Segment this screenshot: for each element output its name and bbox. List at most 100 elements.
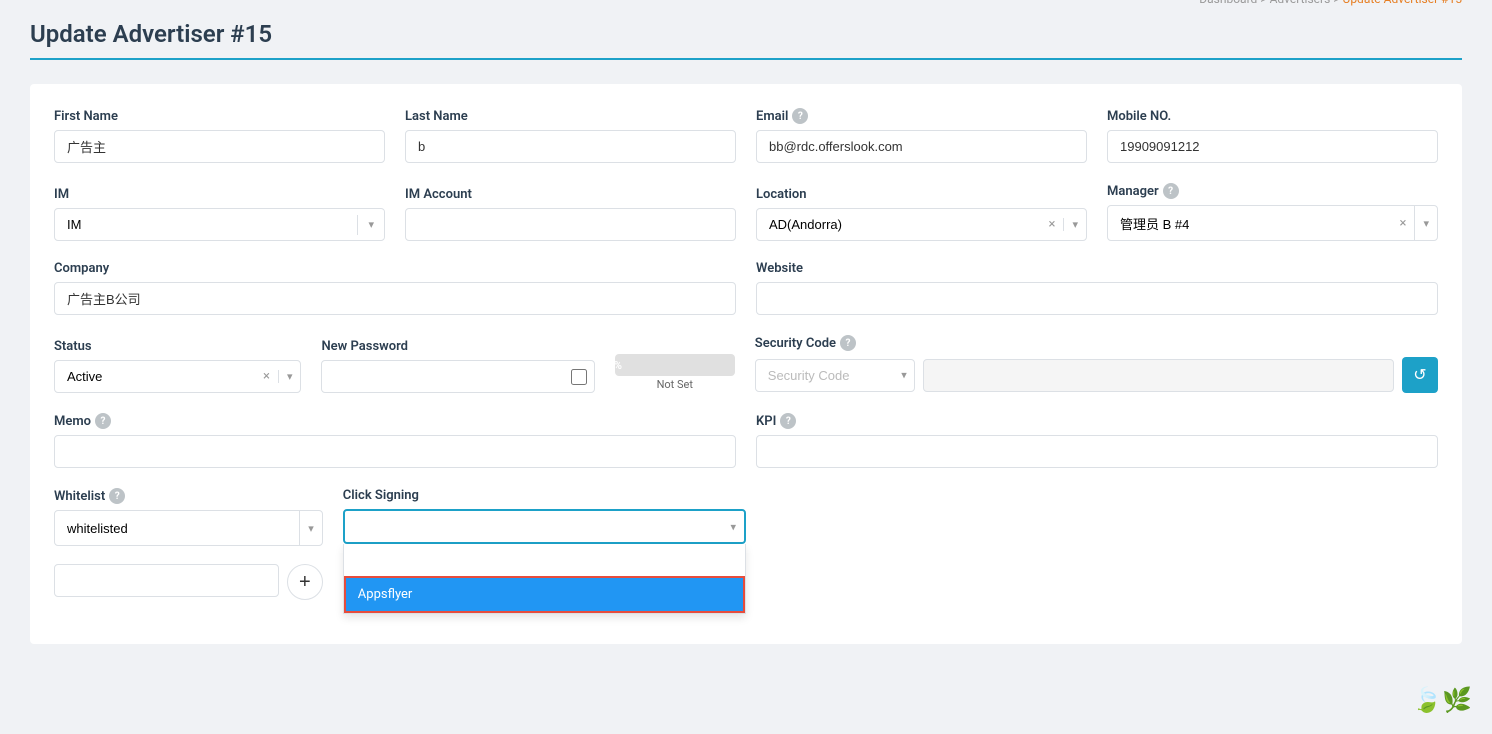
first-name-input[interactable] [54, 130, 385, 163]
security-code-text-input[interactable] [923, 359, 1394, 392]
form-row-2: IM IM ▾ IM Account Location × ▾ [54, 183, 1438, 241]
location-clear-icon[interactable]: × [1041, 217, 1064, 232]
first-name-group: First Name [54, 109, 385, 163]
bottom-logo: 🍃🌿 [1412, 686, 1472, 714]
email-input[interactable] [756, 130, 1087, 163]
last-name-label: Last Name [405, 109, 736, 124]
click-signing-select-wrapper: Appsflyer ▾ [343, 509, 746, 544]
status-arrow-icon[interactable]: ▾ [278, 370, 301, 383]
new-password-group: New Password [321, 339, 594, 393]
strength-bar: 0% [615, 354, 735, 376]
click-signing-option-appsflyer[interactable]: Appsflyer [344, 576, 745, 613]
company-input[interactable] [54, 282, 736, 315]
website-group: Website [756, 261, 1438, 315]
location-label: Location [756, 187, 1087, 202]
whitelist-select[interactable]: whitelisted [55, 513, 299, 544]
status-clear-icon[interactable]: × [255, 369, 278, 384]
memo-help-icon[interactable]: ? [95, 413, 111, 429]
email-group: Email ? [756, 108, 1087, 163]
im-account-group: IM Account [405, 187, 736, 241]
im-select-wrapper: IM ▾ [54, 208, 385, 241]
breadcrumb-advertisers[interactable]: Advertisers [1270, 0, 1331, 6]
website-input[interactable] [756, 282, 1438, 315]
breadcrumb-sep2: > [1333, 0, 1342, 6]
header-divider [30, 58, 1462, 60]
manager-label: Manager ? [1107, 183, 1438, 199]
security-code-refresh-btn[interactable]: ↺ [1402, 357, 1438, 393]
manager-group: Manager ? × ▾ [1107, 183, 1438, 241]
security-code-select[interactable] [755, 359, 915, 392]
new-password-input[interactable] [321, 360, 594, 393]
click-signing-dropdown: Appsflyer [343, 544, 746, 614]
whitelist-arrow-icon[interactable]: ▾ [299, 511, 322, 545]
location-input[interactable] [757, 209, 1041, 240]
im-arrow-btn[interactable]: ▾ [358, 210, 384, 239]
manager-input[interactable] [1108, 208, 1392, 239]
company-group: Company [54, 261, 736, 315]
security-code-label: Security Code ? [755, 335, 1438, 351]
memo-group: Memo ? [54, 413, 736, 468]
manager-help-icon[interactable]: ? [1163, 183, 1179, 199]
form-section: First Name Last Name Email ? Mobile NO. [30, 84, 1462, 644]
whitelist-add-input[interactable] [54, 564, 279, 597]
last-name-group: Last Name [405, 109, 736, 163]
whitelist-add-button[interactable]: + [287, 564, 323, 600]
click-signing-select[interactable]: Appsflyer [343, 509, 746, 544]
security-select-wrapper: ▾ [755, 359, 915, 392]
whitelist-group: Whitelist ? whitelisted ▾ + [54, 488, 323, 600]
kpi-group: KPI ? [756, 413, 1438, 468]
manager-wrapper: × ▾ [1107, 205, 1438, 241]
status-group: Status × ▾ [54, 339, 301, 393]
click-signing-option-empty[interactable] [344, 544, 745, 576]
memo-label: Memo ? [54, 413, 736, 429]
breadcrumb-current: Update Advertiser #15 [1343, 0, 1462, 6]
breadcrumb-sep1: > [1260, 0, 1269, 6]
mobile-no-group: Mobile NO. [1107, 109, 1438, 163]
im-account-label: IM Account [405, 187, 736, 202]
breadcrumb-dashboard[interactable]: Dashboard [1199, 0, 1257, 6]
status-input[interactable] [55, 361, 255, 392]
email-label: Email ? [756, 108, 1087, 124]
page-title: Update Advertiser #15 [30, 20, 272, 48]
kpi-input[interactable] [756, 435, 1438, 468]
status-label: Status [54, 339, 301, 354]
location-wrapper: × ▾ [756, 208, 1087, 241]
new-password-label: New Password [321, 339, 594, 354]
security-code-group: Security Code ? ▾ ↺ [755, 335, 1438, 393]
password-wrapper [321, 360, 594, 393]
security-code-help-icon[interactable]: ? [840, 335, 856, 351]
form-row-3: Company Website [54, 261, 1438, 315]
manager-clear-icon[interactable]: × [1392, 216, 1415, 231]
im-select[interactable]: IM [55, 209, 357, 240]
click-signing-container: Click Signing Appsflyer ▾ Appsflyer [343, 488, 746, 544]
last-name-input[interactable] [405, 130, 736, 163]
status-wrapper: × ▾ [54, 360, 301, 393]
manager-arrow-icon[interactable]: ▾ [1414, 206, 1437, 240]
mobile-no-input[interactable] [1107, 130, 1438, 163]
whitelist-add-row: + [54, 560, 323, 600]
strength-label: Not Set [657, 378, 693, 391]
click-signing-label: Click Signing [343, 488, 746, 503]
memo-input[interactable] [54, 435, 736, 468]
whitelist-help-icon[interactable]: ? [109, 488, 125, 504]
im-label: IM [54, 187, 385, 202]
form-row-6: Whitelist ? whitelisted ▾ + Click Signin… [54, 488, 1438, 600]
location-group: Location × ▾ [756, 187, 1087, 241]
strength-group: 0% Not Set [615, 354, 735, 393]
kpi-help-icon[interactable]: ? [780, 413, 796, 429]
company-label: Company [54, 261, 736, 276]
page-container: Update Advertiser #15 Dashboard > Advert… [0, 0, 1492, 734]
logo-leaves-icon: 🍃🌿 [1412, 686, 1472, 714]
im-group: IM IM ▾ [54, 187, 385, 241]
password-show-checkbox[interactable] [571, 369, 587, 385]
whitelist-dropdown-wrapper: whitelisted ▾ [54, 510, 323, 546]
first-name-label: First Name [54, 109, 385, 124]
location-arrow-icon[interactable]: ▾ [1063, 218, 1086, 231]
click-signing-group: Click Signing Appsflyer ▾ Appsflyer [343, 488, 746, 544]
im-account-input[interactable] [405, 208, 736, 241]
mobile-no-label: Mobile NO. [1107, 109, 1438, 124]
form-row-5: Memo ? KPI ? [54, 413, 1438, 468]
whitelist-label: Whitelist ? [54, 488, 323, 504]
form-row-1: First Name Last Name Email ? Mobile NO. [54, 108, 1438, 163]
email-help-icon[interactable]: ? [792, 108, 808, 124]
